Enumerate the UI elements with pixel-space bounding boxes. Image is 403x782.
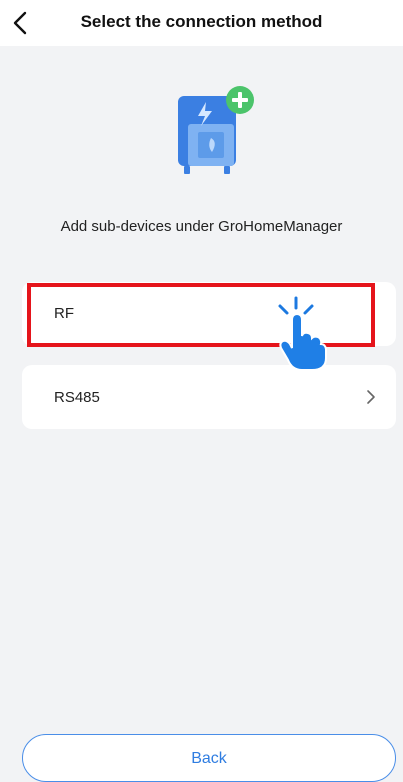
option-rs485[interactable]: RS485 <box>22 365 396 429</box>
chevron-right-icon <box>367 390 375 404</box>
tap-hand-icon <box>278 296 327 371</box>
page-title: Select the connection method <box>80 12 323 31</box>
device-add-icon <box>178 86 254 174</box>
top-bar: Select the connection method <box>0 0 403 46</box>
back-button[interactable]: Back <box>22 734 396 782</box>
option-rs485-label: RS485 <box>54 389 100 406</box>
description-text: Add sub-devices under GroHomeManager <box>60 218 343 235</box>
